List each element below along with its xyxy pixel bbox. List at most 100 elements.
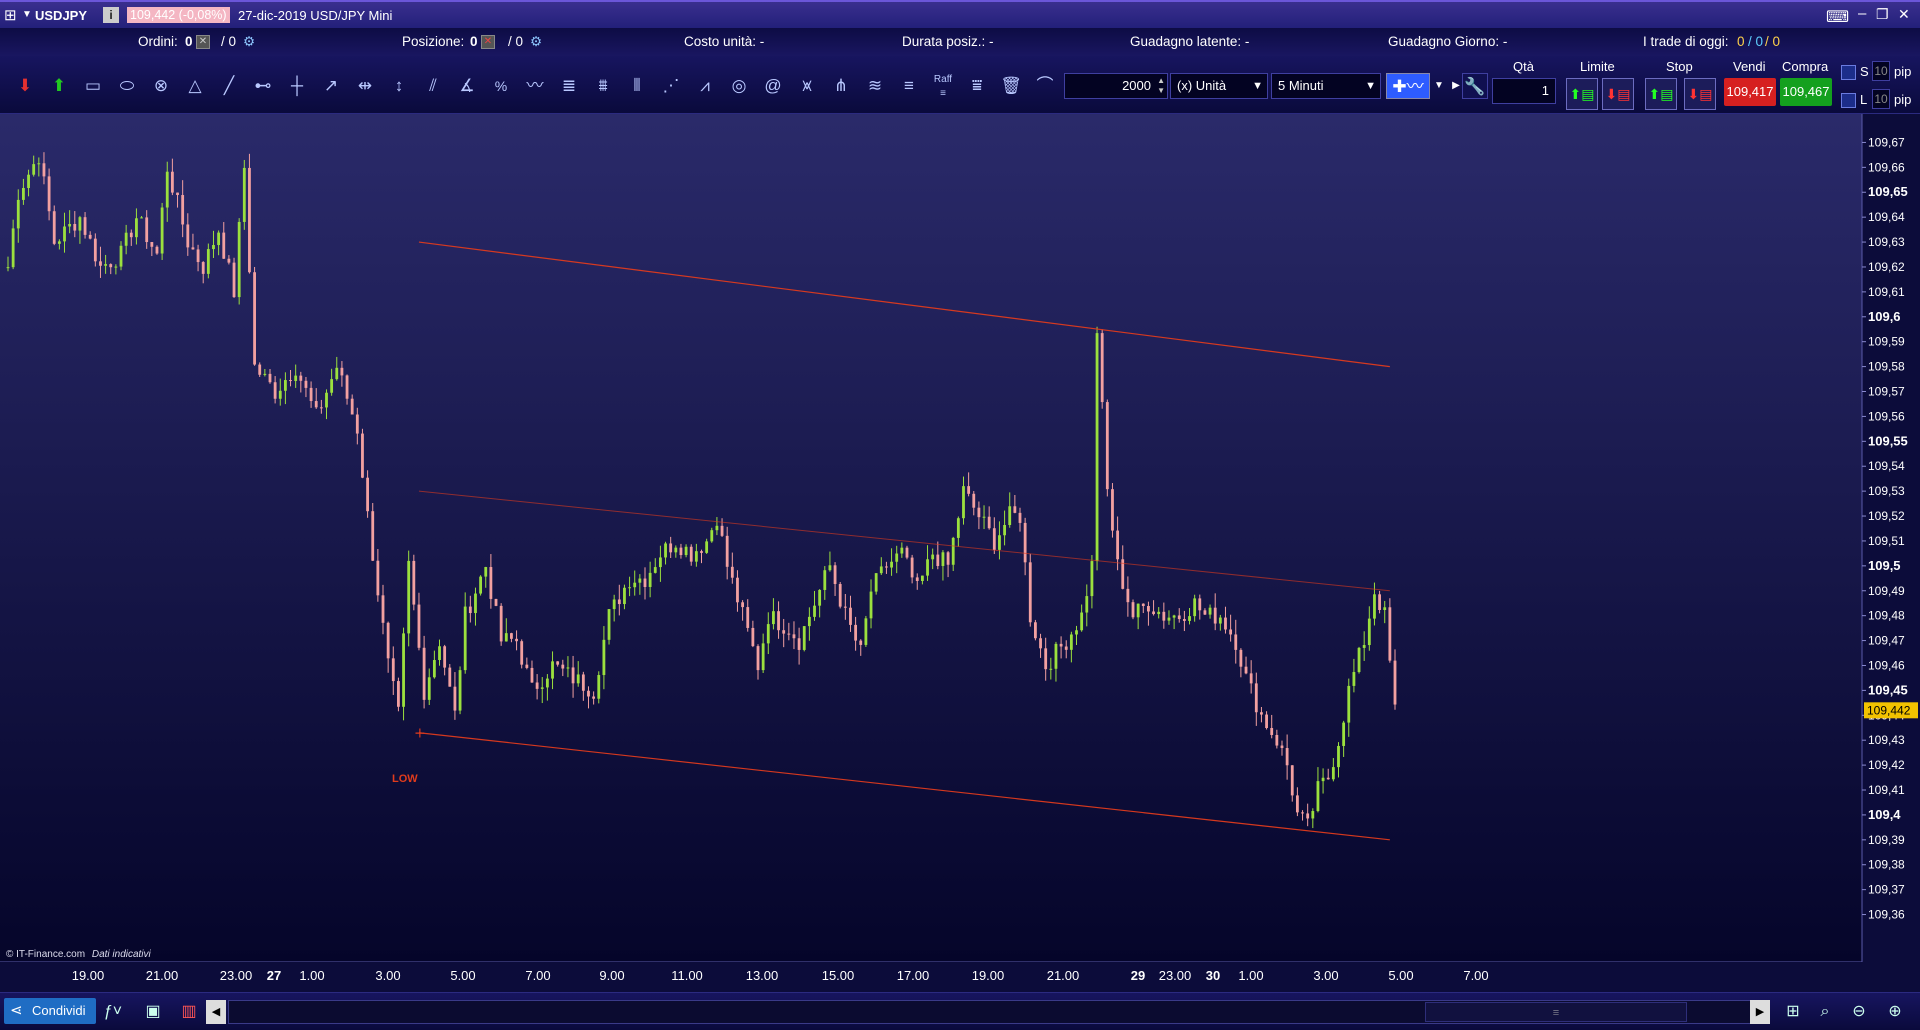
info-icon[interactable]: i <box>103 7 119 23</box>
quantity-input[interactable]: 2000 ▲ ▼ <box>1064 73 1168 99</box>
qty-input[interactable]: 1 <box>1492 78 1556 104</box>
screener-icon[interactable]: ▣ <box>140 1000 166 1024</box>
candle-body <box>160 207 164 254</box>
candle-body <box>438 646 441 661</box>
candle-body <box>838 584 842 607</box>
vertical-ray-icon[interactable]: ↕ <box>386 73 412 99</box>
orders-settings-icon[interactable]: ⚙ <box>243 34 255 50</box>
price-chart[interactable]: + 109,67 109,66 109,65 109,64 109,63 109,62 10… <box>0 114 1920 962</box>
andrews-icon[interactable]: ⩙ <box>794 73 820 99</box>
dropdown-arrow-icon[interactable]: ▼ <box>22 9 32 20</box>
fibonacci-arc-icon[interactable]: ◎ <box>726 73 752 99</box>
buy-arrow-icon[interactable]: ⬆ <box>46 73 72 99</box>
quantity-stepper-icon[interactable]: ▲ ▼ <box>1157 76 1165 96</box>
channel-icon[interactable]: ⫽ <box>420 73 446 99</box>
price-tick-label: 109,63 <box>1868 235 1905 249</box>
buy-button[interactable]: 109,467 <box>1780 78 1832 106</box>
scroll-right-icon[interactable]: ▶ <box>1750 1000 1770 1024</box>
fit-zoom-icon[interactable]: ⊞ <box>1780 1000 1806 1024</box>
horizontal-ray-icon[interactable]: ⇹ <box>352 73 378 99</box>
stop-sell-icon[interactable]: ⬇▤ <box>1684 78 1716 110</box>
spiral-icon[interactable]: @ <box>760 73 786 99</box>
time-tick-label: 5.00 <box>450 968 476 983</box>
limit-checkbox[interactable] <box>1841 93 1856 108</box>
candle-body <box>1347 685 1351 723</box>
scrollbar-thumb[interactable]: ≡ <box>1425 1002 1687 1022</box>
trash-icon[interactable]: 🗑 <box>998 73 1024 99</box>
l-pips-input[interactable]: 10 <box>1872 89 1890 109</box>
expand-arrow-icon[interactable]: ▼ <box>1432 73 1446 99</box>
candle-body <box>371 511 375 561</box>
candle-style-icon[interactable]: ▥ <box>176 1000 202 1024</box>
sell-arrow-icon[interactable]: ⬇ <box>12 73 38 99</box>
indicators-icon[interactable]: ƒ˅ <box>100 1000 126 1024</box>
ellipse-icon[interactable]: ⬭ <box>114 73 140 99</box>
candle-body <box>617 599 621 605</box>
price-tick-label: 109,58 <box>1868 360 1905 374</box>
symbol-label[interactable]: USDJPY <box>35 8 87 23</box>
cycle-icon[interactable]: ⊗ <box>148 73 174 99</box>
zoom-out-icon[interactable]: ⊖ <box>1846 1000 1872 1024</box>
candle-body <box>273 382 277 399</box>
play-arrow-icon[interactable]: ▶ <box>1449 73 1463 99</box>
pitchfork-icon[interactable]: ⩘ <box>692 73 718 99</box>
position-settings-icon[interactable]: ⚙ <box>530 34 542 50</box>
keyboard-icon[interactable]: ⌨ <box>1826 7 1849 27</box>
sell-button[interactable]: 109,417 <box>1724 78 1776 106</box>
minimize-icon[interactable]: – <box>1858 5 1866 22</box>
parallel-lines-icon[interactable]: ≡ <box>896 73 922 99</box>
low-anchor-marker[interactable]: + <box>414 726 426 742</box>
candle-body <box>242 167 246 222</box>
raff-channel-icon[interactable]: Raff ≡ <box>930 73 956 99</box>
angle-icon[interactable]: ∡ <box>454 73 480 99</box>
vertical-line-icon[interactable]: ┼ <box>284 73 310 99</box>
candle-body <box>915 577 919 581</box>
add-indicator-icon[interactable]: ✚〰 <box>1386 73 1430 99</box>
fibonacci-retracement-icon[interactable]: ≣ <box>556 73 582 99</box>
position-close-icon[interactable]: ✕ <box>481 35 495 49</box>
restore-icon[interactable]: ❐ <box>1876 6 1889 23</box>
candle-body <box>1270 727 1274 735</box>
zoom-in-icon[interactable]: ⊕ <box>1882 1000 1908 1024</box>
candle-body <box>361 433 364 478</box>
chart-type-icon[interactable]: ⊞ <box>4 6 17 24</box>
speed-lines-icon[interactable]: ⋔ <box>828 73 854 99</box>
candle-body <box>47 176 51 212</box>
limit-buy-icon[interactable]: ⬆▤ <box>1566 78 1598 110</box>
wrench-icon[interactable]: 🔧 <box>1462 73 1488 99</box>
candle-body <box>1301 812 1304 814</box>
percent-icon[interactable]: % <box>488 73 514 99</box>
triangle-icon[interactable]: △ <box>182 73 208 99</box>
position-value: 0 <box>470 34 478 49</box>
candle-body <box>612 599 616 610</box>
timeframe-select[interactable]: 5 Minuti ▼ <box>1271 73 1381 99</box>
rectangle-icon[interactable]: ▭ <box>80 73 106 99</box>
unit-select[interactable]: (x) Unità ▼ <box>1170 73 1268 99</box>
s-pips-input[interactable]: 10 <box>1872 61 1890 81</box>
ray-icon[interactable]: ↗ <box>318 73 344 99</box>
gann-fan-icon[interactable]: ⋰ <box>658 73 684 99</box>
fibonacci-fan-icon[interactable]: ⩩ <box>590 73 616 99</box>
linear-channel-icon[interactable]: ⩸ <box>964 73 990 99</box>
candle-body <box>1188 616 1191 621</box>
zoom-area-icon[interactable]: ⌕ <box>1812 1000 1838 1024</box>
horizontal-line-icon[interactable]: ⊷ <box>250 73 276 99</box>
stop-buy-icon[interactable]: ⬆▤ <box>1645 78 1677 110</box>
candle-body <box>648 572 652 587</box>
candle-body <box>807 616 811 627</box>
candle-body <box>813 605 816 617</box>
close-icon[interactable]: ✕ <box>1898 6 1910 23</box>
orders-cancel-icon[interactable]: ✕ <box>196 35 210 49</box>
zigzag-icon[interactable]: 〰 <box>522 73 548 99</box>
chart-scrollbar[interactable]: ≡ <box>228 1000 1768 1024</box>
trendline-icon[interactable]: ╱ <box>216 73 242 99</box>
fibonacci-time-icon[interactable]: ⦀ <box>624 73 650 99</box>
share-button[interactable]: ⋖ Condividi <box>4 998 96 1024</box>
magnet-icon[interactable]: ⌒ <box>1032 73 1058 99</box>
limit-sell-icon[interactable]: ⬇▤ <box>1602 78 1634 110</box>
chart-svg[interactable]: + 109,67 109,66 109,65 109,64 109,63 109,62 10… <box>0 114 1920 962</box>
price-tick-label: 109,65 <box>1868 184 1908 199</box>
scroll-left-icon[interactable]: ◀ <box>206 1000 226 1024</box>
regression-icon[interactable]: ≋ <box>862 73 888 99</box>
stop-checkbox[interactable] <box>1841 65 1856 80</box>
